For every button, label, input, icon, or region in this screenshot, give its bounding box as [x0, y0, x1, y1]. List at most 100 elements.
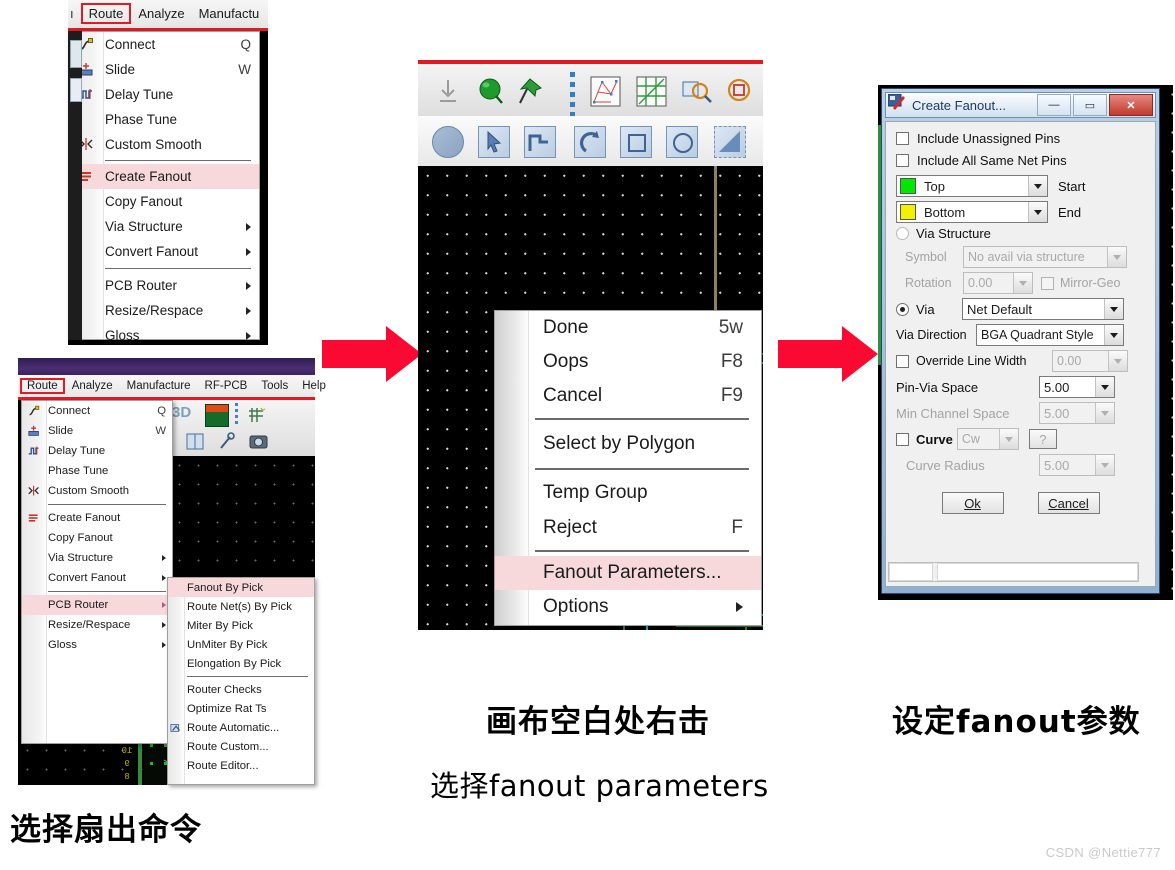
menu-item-connect[interactable]: Connect Q: [69, 32, 259, 57]
submenu-item-miter-by-pick[interactable]: Miter By Pick: [168, 616, 314, 635]
menu-item-slide[interactable]: Slide W: [22, 421, 172, 441]
pcb-router-submenu[interactable]: Fanout By Pick Route Net(s) By Pick Mite…: [167, 577, 315, 785]
menu-item-resize-respace[interactable]: Resize/Respace: [69, 298, 259, 323]
middle-toolbar-row2[interactable]: [418, 116, 763, 166]
context-item-options[interactable]: Options: [495, 590, 761, 624]
canvas-context-menu[interactable]: Done 5w Oops F8 Cancel F9 Select by Poly…: [494, 310, 762, 626]
toolbar-icon-down-arrow[interactable]: [436, 78, 460, 109]
toolbar-icon-pushpin[interactable]: [518, 76, 548, 111]
menubar-item-manufacture[interactable]: Manufactu: [192, 6, 267, 21]
menu-item-create-fanout[interactable]: Create Fanout: [22, 508, 172, 528]
menu-item-convert-fanout[interactable]: Convert Fanout: [22, 568, 172, 588]
end-layer-row[interactable]: Bottom End: [896, 201, 1145, 223]
menu-item-via-structure[interactable]: Via Structure: [22, 548, 172, 568]
menu-item-connect[interactable]: Connect Q: [22, 401, 172, 421]
minimize-button[interactable]: —: [1037, 94, 1071, 116]
submenu-item-route-editor[interactable]: Route Editor...: [168, 756, 314, 775]
top-left-menubar-items[interactable]: ı Route Analyze Manufactu: [68, 2, 266, 24]
toolbar-icon-cursor-select[interactable]: [478, 126, 510, 158]
toolbar-icon-ratsnest[interactable]: [590, 76, 621, 112]
start-layer-row[interactable]: Top Start: [896, 175, 1145, 197]
menu-item-via-structure[interactable]: Via Structure: [69, 214, 259, 239]
context-item-oops[interactable]: Oops F8: [495, 345, 761, 379]
via-direction-combo[interactable]: BGA Quadrant Style: [976, 324, 1124, 346]
include-unassigned-pins-checkbox[interactable]: [896, 132, 909, 145]
toolbar-icon-3d[interactable]: 3D: [172, 404, 196, 426]
via-net-dropdown-icon[interactable]: [1104, 299, 1123, 319]
route-dropdown-menu-2[interactable]: Connect Q Slide W Delay Tune Phase Tune …: [21, 400, 173, 744]
toolbar-icon-polygon-fill[interactable]: [714, 126, 746, 158]
toolbar-icon-shape-path[interactable]: [524, 126, 556, 158]
menu-item-convert-fanout[interactable]: Convert Fanout: [69, 239, 259, 264]
menu-item-custom-smooth[interactable]: Custom Smooth: [22, 481, 172, 501]
toolbar-icon-camera[interactable]: [248, 432, 270, 451]
context-item-done[interactable]: Done 5w: [495, 311, 761, 345]
end-layer-combo[interactable]: Bottom: [896, 201, 1048, 223]
ok-button[interactable]: Ok: [941, 492, 1004, 514]
pin-via-space-row[interactable]: Pin-Via Space 5.00: [896, 376, 1145, 398]
close-button[interactable]: ✕: [1109, 94, 1153, 116]
via-structure-radio[interactable]: [896, 227, 909, 240]
menubar-item-analyze[interactable]: Analyze: [131, 6, 191, 21]
override-line-width-checkbox[interactable]: [896, 354, 909, 368]
curve-row[interactable]: Curve Cw ?: [896, 428, 1145, 450]
context-item-select-by-polygon[interactable]: Select by Polygon: [495, 425, 761, 463]
curve-checkbox[interactable]: [896, 432, 909, 446]
menu-item-slide[interactable]: Slide W: [69, 57, 259, 82]
submenu-item-optimize-rat-ts[interactable]: Optimize Rat Ts: [168, 699, 314, 718]
middle-toolbar-row1[interactable]: [418, 64, 763, 116]
menu-item-resize-respace[interactable]: Resize/Respace: [22, 615, 172, 635]
toolbar-icon-route-grid[interactable]: [636, 76, 667, 112]
menu-item-phase-tune[interactable]: Phase Tune: [69, 107, 259, 132]
pin-via-space-combo[interactable]: 5.00: [1039, 376, 1115, 398]
submenu-item-fanout-by-pick[interactable]: Fanout By Pick: [168, 578, 314, 597]
include-all-same-net-pins-row[interactable]: Include All Same Net Pins: [896, 153, 1145, 168]
pin-via-space-dropdown-icon[interactable]: [1095, 377, 1114, 397]
submenu-item-route-nets-by-pick[interactable]: Route Net(s) By Pick: [168, 597, 314, 616]
menu-item-pcb-router[interactable]: PCB Router: [22, 595, 172, 615]
submenu-item-router-checks[interactable]: Router Checks: [168, 680, 314, 699]
menubar-item-manufacture[interactable]: Manufacture: [120, 380, 198, 392]
bottom-left-menubar-items[interactable]: Route Analyze Manufacture RF-PCB Tools H…: [20, 376, 333, 396]
maximize-button[interactable]: ▭: [1073, 94, 1107, 116]
menubar-item-route[interactable]: Route: [20, 378, 65, 394]
toolbar-icon-rectangle[interactable]: [620, 126, 652, 158]
via-direction-dropdown-icon[interactable]: [1104, 325, 1123, 345]
include-all-same-net-pins-checkbox[interactable]: [896, 154, 909, 167]
toolbar-icon-panel[interactable]: [184, 431, 206, 452]
submenu-item-elongation-by-pick[interactable]: Elongation By Pick: [168, 654, 314, 673]
end-layer-dropdown-icon[interactable]: [1028, 202, 1047, 222]
menu-item-create-fanout[interactable]: Create Fanout: [69, 164, 259, 189]
context-item-temp-group[interactable]: Temp Group: [495, 475, 761, 510]
toolbar-icon-grid[interactable]: [246, 405, 266, 425]
menu-item-pcb-router[interactable]: PCB Router: [69, 273, 259, 298]
toolbar-icon-probe[interactable]: [216, 431, 238, 452]
via-net-combo[interactable]: Net Default: [962, 298, 1124, 320]
cancel-button[interactable]: Cancel: [1037, 492, 1100, 514]
toolbar-icon-zoom-fit[interactable]: [726, 77, 756, 112]
via-radio[interactable]: [896, 302, 909, 316]
via-structure-radio-row[interactable]: Via Structure: [896, 226, 1145, 241]
start-layer-combo[interactable]: Top: [896, 175, 1048, 197]
menu-item-phase-tune[interactable]: Phase Tune: [22, 461, 172, 481]
context-item-cancel[interactable]: Cancel F9: [495, 379, 761, 413]
toolbar-icon-zoom-in[interactable]: [682, 77, 712, 112]
menu-item-custom-smooth[interactable]: Custom Smooth: [69, 132, 259, 157]
start-layer-dropdown-icon[interactable]: [1028, 176, 1047, 196]
menubar-item-analyze[interactable]: Analyze: [65, 380, 120, 392]
toolbar-icon-drc[interactable]: [205, 404, 229, 427]
dialog-buttons-row[interactable]: Ok Cancel: [896, 492, 1145, 514]
toolbar-icon-green-balloon[interactable]: [476, 76, 506, 111]
submenu-item-route-custom[interactable]: Route Custom...: [168, 737, 314, 756]
override-line-width-row[interactable]: Override Line Width 0.00: [896, 350, 1145, 372]
submenu-item-unmiter-by-pick[interactable]: UnMiter By Pick: [168, 635, 314, 654]
toolbar-icon-circle-fill[interactable]: [432, 126, 464, 158]
menu-item-copy-fanout[interactable]: Copy Fanout: [22, 528, 172, 548]
toolbar-icon-arc[interactable]: [574, 126, 606, 158]
menubar-item-rf-pcb[interactable]: RF-PCB: [198, 380, 255, 392]
menubar-item-route[interactable]: Route: [80, 2, 132, 24]
route-dropdown-menu[interactable]: Connect Q Slide W Delay Tune Phase Tune: [68, 31, 260, 343]
via-radio-row[interactable]: Via Net Default: [896, 298, 1145, 320]
create-fanout-window[interactable]: Create Fanout... — ▭ ✕ Include Unassigne…: [881, 88, 1160, 594]
context-item-reject[interactable]: Reject F: [495, 510, 761, 545]
